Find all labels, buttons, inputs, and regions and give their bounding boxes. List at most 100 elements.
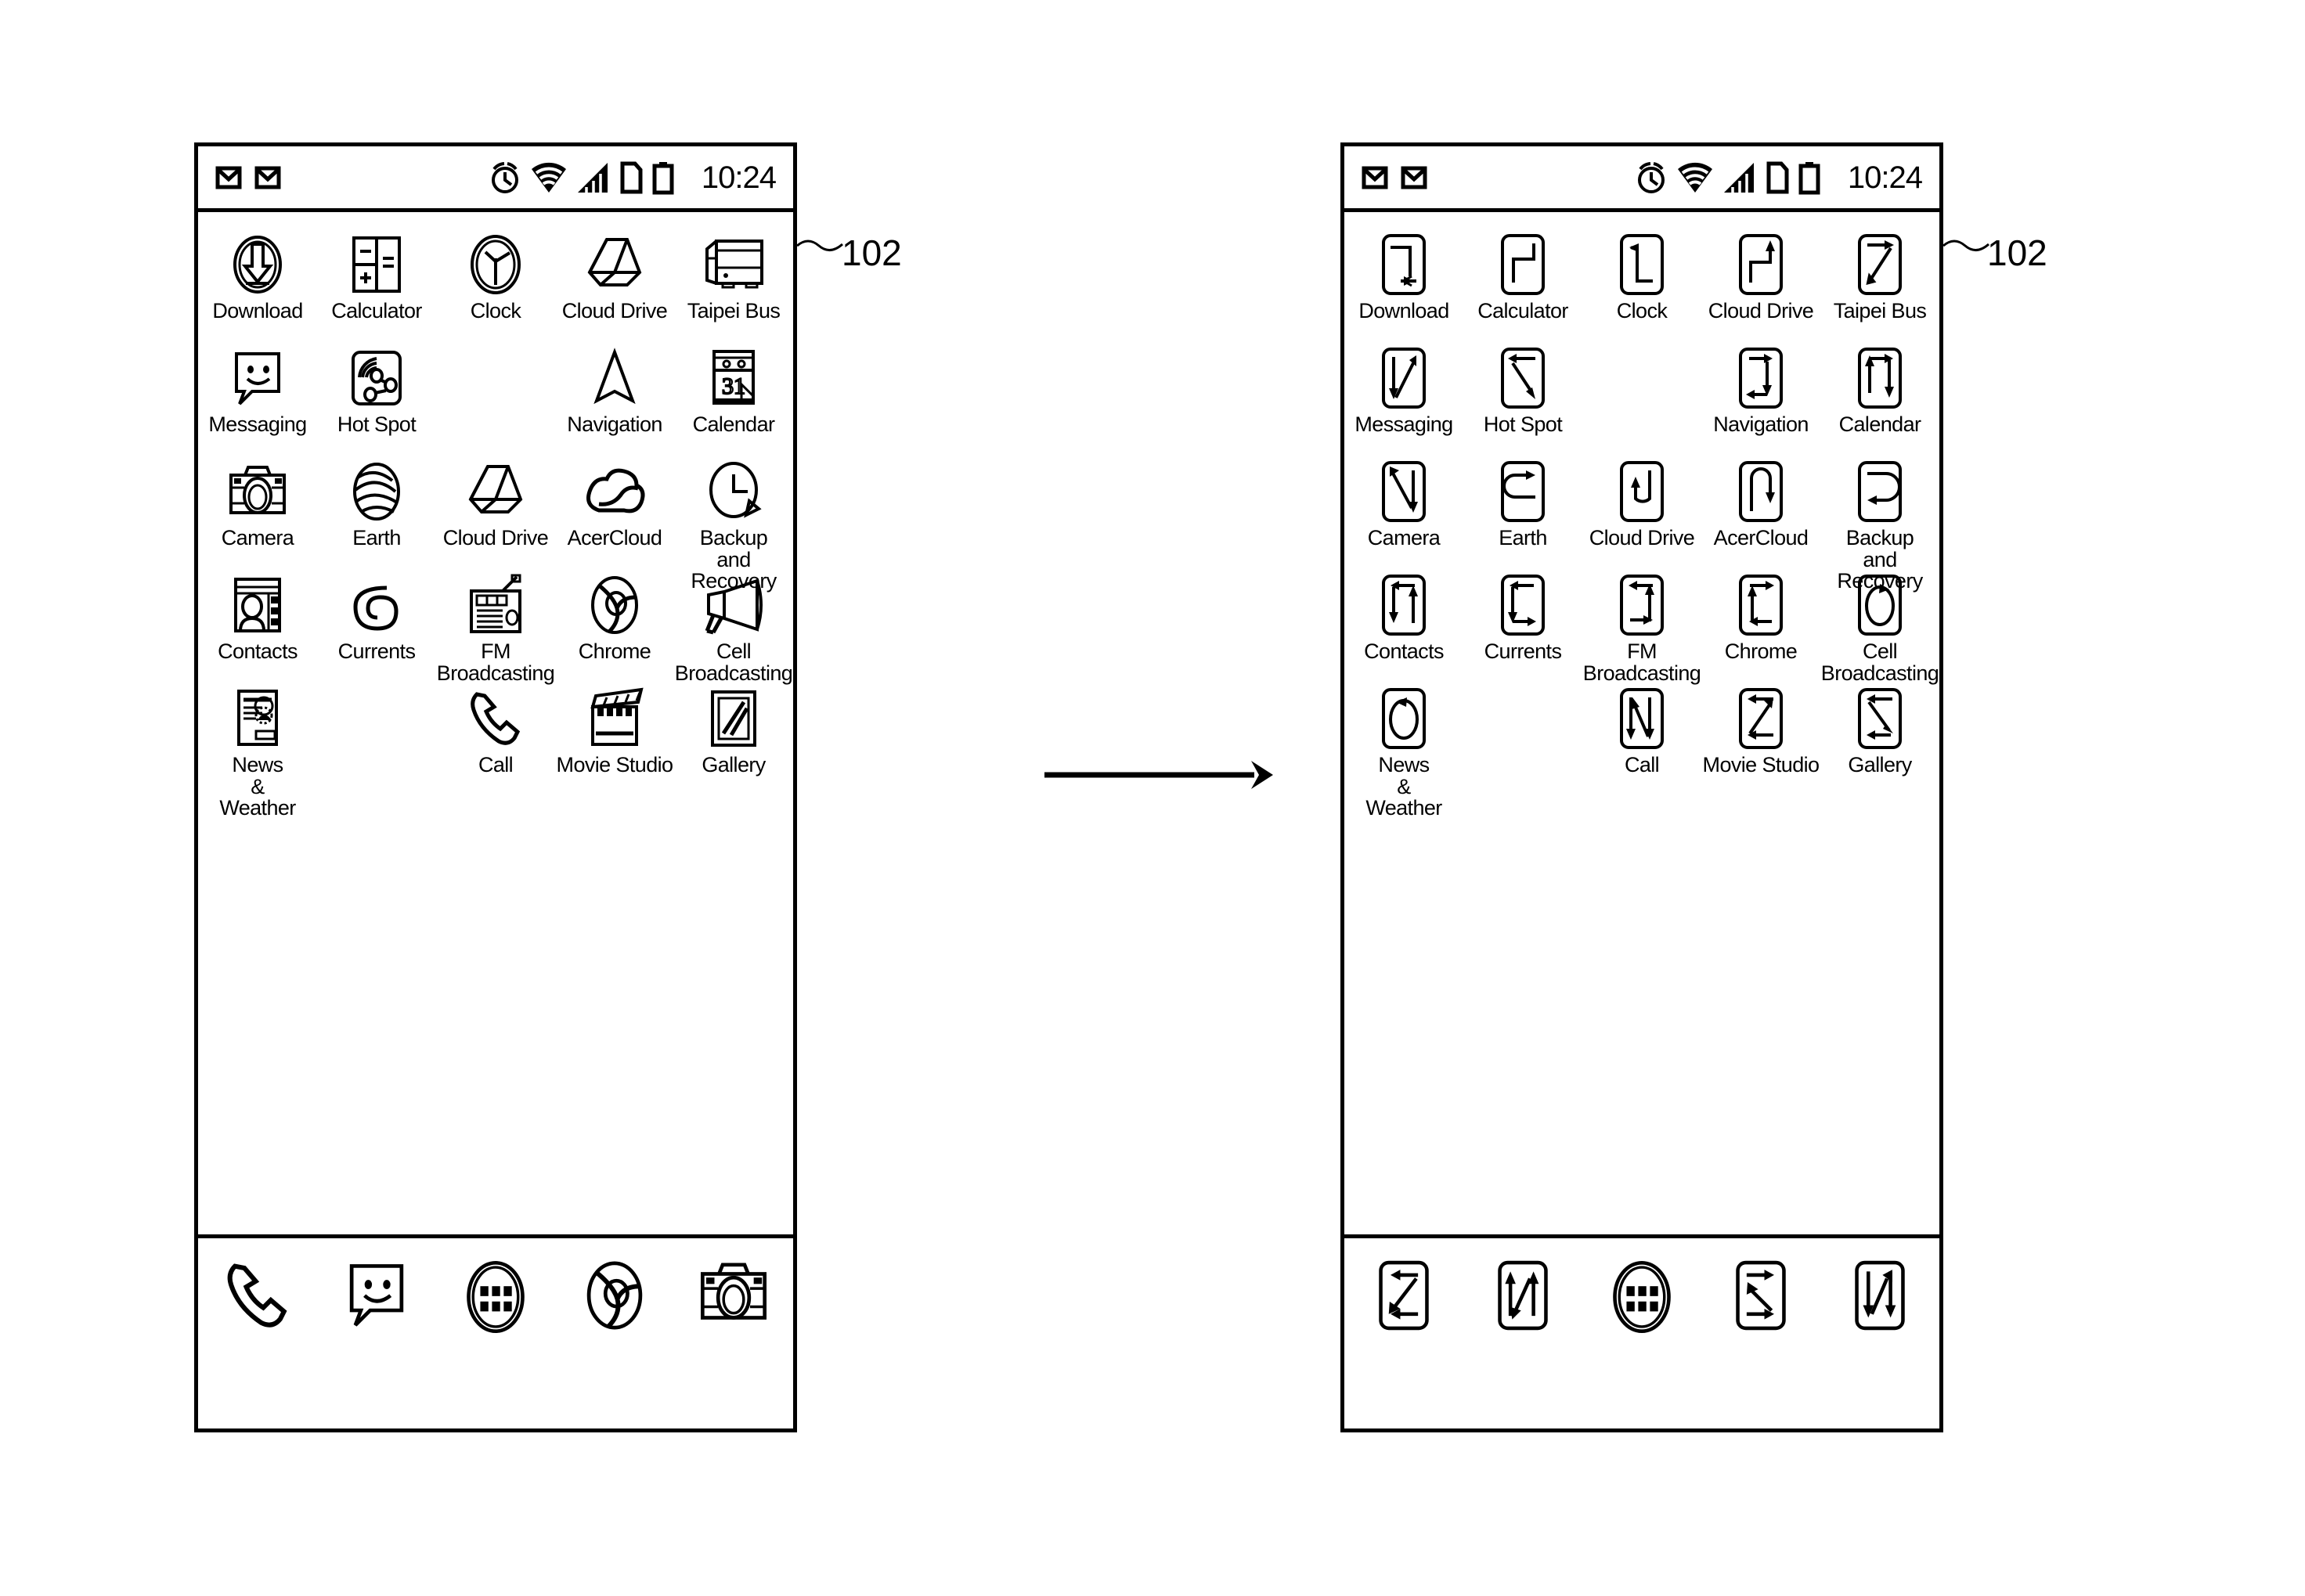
stroke-path-icon [1618,686,1665,751]
stroke-path-icon [1380,459,1427,524]
app-item-gallery[interactable]: Gallery [674,686,793,776]
alarm-clock-icon [491,161,518,193]
app-label: Gallery [702,753,766,776]
stroke-path-icon [1498,1260,1548,1331]
app-label: Cloud Drive [1708,299,1814,322]
status-bar-notifications [1362,166,1427,189]
app-item-contacts[interactable]: Contacts [198,573,317,663]
dock-item-camera[interactable] [1820,1259,1939,1332]
reference-numeral: 102 [842,232,902,273]
app-label: Navigation [567,413,662,436]
app-label: News & Weather [219,753,296,820]
app-item-cloud-drive[interactable]: Cloud Drive [1582,459,1701,549]
app-row: News & Weather Call Movie Studio Gallery [198,686,793,819]
app-item-clock[interactable]: Clock [1582,232,1701,322]
app-item-hot-spot[interactable]: Hot Spot [317,346,436,436]
phone-handset-icon [466,686,525,751]
wifi-icon [1677,162,1712,193]
app-item-call[interactable]: Call [436,686,555,776]
app-item-taipei-bus[interactable]: Taipei Bus [1820,232,1939,322]
app-item-fm-broadcasting[interactable]: FM Broadcasting [1582,573,1701,684]
camera-icon [225,459,290,524]
app-item-taipei-bus[interactable]: Taipei Bus [674,232,793,322]
stroke-path-icon [1499,573,1546,637]
app-item-cell-broadcasting[interactable]: Cell Broadcasting [674,573,793,684]
app-label: Cell Broadcasting [1820,639,1939,685]
battery-icon [1798,161,1820,194]
app-item-earth[interactable]: Earth [1463,459,1582,549]
dock-item-chrome[interactable] [1701,1259,1820,1332]
stroke-path-icon [1856,346,1903,410]
app-item-hot-spot[interactable]: Hot Spot [1463,346,1582,436]
stroke-path-icon [1499,346,1546,410]
status-bar-indicators [489,160,675,196]
message-bubble-icon [349,1264,404,1327]
dock-item-messaging[interactable] [1463,1259,1582,1332]
app-label: FM Broadcasting [1582,639,1701,685]
chrome-icon [584,573,645,637]
stroke-path-icon [1856,459,1903,524]
megaphone-icon [701,573,767,637]
app-item-cloud-drive[interactable]: Cloud Drive [555,232,674,322]
dock-item-chrome[interactable] [555,1259,674,1332]
app-row: Messaging Hot Spot Navigation Calendar [1344,346,1939,459]
app-item-fm-broadcasting[interactable]: FM Broadcasting [436,573,555,684]
app-item-camera[interactable]: Camera [198,459,317,549]
signal-bars-icon [577,162,608,193]
app-item-calendar[interactable]: Calendar [1820,346,1939,436]
app-item-acercloud[interactable]: AcerCloud [555,459,674,549]
app-item-acercloud[interactable]: AcerCloud [1701,459,1820,549]
dock-item-call[interactable] [198,1259,317,1332]
app-item-movie-studio[interactable]: Movie Studio [1701,686,1820,776]
app-item-cell-broadcasting[interactable]: Cell Broadcasting [1820,573,1939,684]
dock-item-app-drawer[interactable] [1582,1259,1701,1335]
envelope-icon [1362,166,1388,189]
app-label: Calendar [1838,413,1921,436]
app-item-messaging[interactable]: Messaging [1344,346,1463,436]
cloud-icon [582,459,647,524]
app-label: Download [1358,299,1449,322]
app-item-messaging[interactable]: Messaging [198,346,317,436]
app-item-gallery[interactable]: Gallery [1820,686,1939,776]
stroke-path-icon [1380,573,1427,637]
app-item-call[interactable]: Call [1582,686,1701,776]
dock-item-call[interactable] [1344,1259,1463,1332]
app-label: Call [1624,753,1660,776]
app-item-chrome[interactable]: Chrome [555,573,674,663]
app-item-download[interactable]: Download [1344,232,1463,322]
cloud-drive-icon [464,459,527,524]
stroke-path-icon [1737,686,1784,751]
app-row: Contacts Currents FM Broadcasting Chrome… [198,573,793,686]
reference-numeral: 102 [1987,232,2047,273]
app-drawer-icon [467,1261,525,1333]
app-item-earth[interactable]: Earth [317,459,436,549]
stroke-path-icon [1379,1260,1429,1331]
app-item-navigation[interactable]: Navigation [1701,346,1820,436]
status-bar-notifications [215,166,281,189]
app-item-contacts[interactable]: Contacts [1344,573,1463,663]
app-item-cloud-drive[interactable]: Cloud Drive [436,459,555,549]
app-item-chrome[interactable]: Chrome [1701,573,1820,663]
contacts-icon [228,573,287,637]
app-item-currents[interactable]: Currents [1463,573,1582,663]
dock-item-app-drawer[interactable] [436,1259,555,1335]
app-item-calendar[interactable]: 31 Calendar [674,346,793,436]
app-item-news-and-weather[interactable]: News & Weather [1344,686,1463,820]
stroke-path-icon [1856,686,1903,751]
app-item-news-and-weather[interactable]: News & Weather [198,686,317,820]
app-item-calculator[interactable]: Calculator [317,232,436,322]
app-item-clock[interactable]: Clock [436,232,555,322]
app-row: Camera Earth Cloud Drive AcerCloud Backu… [1344,459,1939,592]
app-item-cloud-drive[interactable]: Cloud Drive [1701,232,1820,322]
app-item-movie-studio[interactable]: Movie Studio [555,686,674,776]
app-item-empty [1582,346,1701,414]
app-item-calculator[interactable]: Calculator [1463,232,1582,322]
dock-item-messaging[interactable] [317,1259,436,1331]
clock-icon [464,232,527,297]
app-item-currents[interactable]: Currents [317,573,436,663]
dock-item-camera[interactable] [674,1259,793,1328]
wifi-icon [531,162,566,193]
app-item-download[interactable]: Download [198,232,317,322]
app-item-camera[interactable]: Camera [1344,459,1463,549]
app-item-navigation[interactable]: Navigation [555,346,674,436]
